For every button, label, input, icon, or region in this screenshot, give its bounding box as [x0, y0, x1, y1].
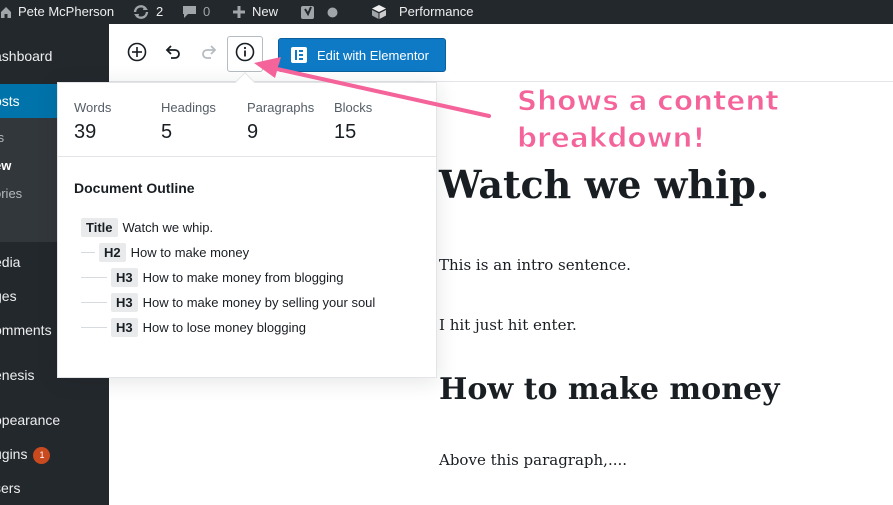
outline-item-text: How to make money by selling your soul: [142, 294, 376, 310]
outline-level-tag: H3: [111, 292, 138, 312]
outline-item-text: How to make money from blogging: [142, 269, 344, 285]
stat-label: Paragraphs: [247, 100, 315, 115]
site-user-name: Pete McPherson: [18, 4, 115, 19]
yoast-menu[interactable]: [300, 0, 316, 24]
sidebar-item-dashboard[interactable]: ashboard: [0, 44, 109, 68]
stat-value: 5: [161, 121, 173, 143]
admin-bar: Pete McPherson 2 0 New Performance: [0, 0, 893, 24]
home-icon: [0, 6, 12, 19]
plus-circle-icon: [127, 42, 147, 67]
post-title[interactable]: Watch we whip.: [439, 162, 769, 207]
outline-level-tag: H2: [99, 242, 126, 262]
stat-headings: Headings 5: [161, 100, 216, 144]
content-stats: Words 39 Headings 5 Paragraphs 9 Blocks …: [58, 83, 436, 157]
stat-label: Blocks: [334, 100, 373, 115]
yoast-icon: [300, 4, 316, 20]
stat-value: 15: [334, 121, 357, 143]
seo-status-dot: [327, 0, 338, 24]
outline-item[interactable]: Title Watch we whip.: [81, 217, 213, 237]
admin-bar-site[interactable]: Pete McPherson: [0, 0, 114, 24]
edit-with-elementor-button[interactable]: Edit with Elementor: [278, 38, 446, 72]
annotation-line-1: Shows a content: [517, 84, 780, 118]
editor-toolbar: Edit with Elementor: [109, 24, 893, 82]
document-outline-title: Document Outline: [74, 180, 195, 196]
updates-count: 2: [156, 4, 164, 19]
elementor-label: Edit with Elementor: [317, 47, 429, 63]
redo-icon: [199, 42, 219, 67]
new-label: New: [252, 4, 279, 19]
updates-link[interactable]: 2: [132, 0, 163, 24]
outline-level-tag: H3: [111, 317, 138, 337]
outline-indent-line: [81, 326, 107, 328]
updates-icon: [132, 4, 150, 20]
stat-value: 39: [74, 121, 97, 143]
annotation-line-2: breakdown!: [517, 121, 706, 155]
plugins-update-badge: 1: [33, 446, 51, 464]
performance-menu[interactable]: Performance: [371, 0, 473, 24]
new-content-link[interactable]: New: [232, 0, 278, 24]
plus-icon: [232, 5, 246, 19]
sidebar-item-plugins[interactable]: ugins1: [0, 442, 109, 466]
elementor-icon: [291, 47, 307, 63]
heading-block[interactable]: How to make money: [439, 372, 780, 407]
stat-words: Words 39: [74, 100, 111, 144]
stat-blocks: Blocks 15: [334, 100, 372, 144]
outline-indent-line: [81, 301, 107, 303]
outline-item-text: How to lose money blogging: [142, 319, 306, 335]
stat-label: Headings: [161, 100, 216, 115]
outline-level-tag: H3: [111, 267, 138, 287]
comments-count: 0: [203, 4, 211, 19]
outline-indent-line: [81, 251, 95, 253]
content-structure-popover: Words 39 Headings 5 Paragraphs 9 Blocks …: [57, 82, 437, 378]
undo-icon: [163, 42, 183, 67]
paragraph-block[interactable]: This is an intro sentence.: [439, 256, 631, 274]
outline-item[interactable]: H3 How to make money from blogging: [81, 267, 344, 287]
annotation-callout: Shows a content breakdown!: [517, 82, 780, 156]
outline-item[interactable]: H3 How to lose money blogging: [81, 317, 306, 337]
comment-icon: [182, 5, 197, 19]
sidebar-item-users[interactable]: sers: [0, 476, 109, 500]
content-structure-button[interactable]: [227, 36, 263, 72]
outline-indent-line: [81, 276, 107, 278]
paragraph-block[interactable]: I hit just hit enter.: [439, 316, 577, 334]
outline-level-tag: Title: [81, 217, 118, 237]
add-block-button[interactable]: [120, 37, 154, 71]
performance-label: Performance: [399, 4, 474, 19]
redo-button[interactable]: [192, 37, 226, 71]
outline-item-text: How to make money: [130, 244, 250, 260]
undo-button[interactable]: [156, 37, 190, 71]
stat-paragraphs: Paragraphs 9: [247, 100, 314, 144]
outline-item-text: Watch we whip.: [122, 219, 214, 235]
stat-value: 9: [247, 121, 259, 143]
performance-icon: [371, 4, 387, 20]
info-icon: [235, 42, 255, 67]
outline-item[interactable]: H2 How to make money: [81, 242, 249, 262]
status-dot-icon: [327, 7, 338, 18]
stat-label: Words: [74, 100, 112, 115]
comments-link[interactable]: 0: [182, 0, 210, 24]
paragraph-block[interactable]: Above this paragraph,....: [439, 451, 627, 469]
sidebar-item-appearance[interactable]: opearance: [0, 408, 109, 432]
outline-item[interactable]: H3 How to make money by selling your sou…: [81, 292, 375, 312]
